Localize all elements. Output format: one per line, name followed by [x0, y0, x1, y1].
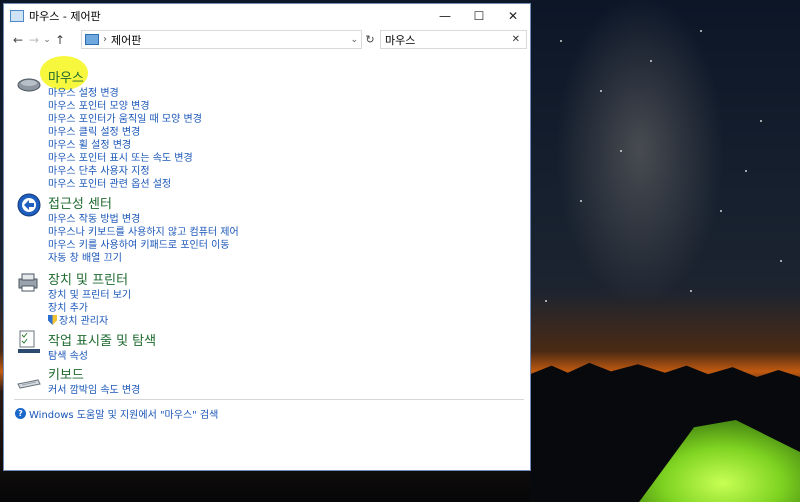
close-button[interactable]: ✕	[496, 4, 530, 28]
forward-arrow-icon[interactable]: →	[26, 33, 42, 47]
minimize-button[interactable]: —	[428, 4, 462, 28]
keyboard-icon	[17, 379, 41, 389]
control-panel-small-icon	[85, 34, 99, 45]
link-cursor-blink-rate[interactable]: 커서 깜박임 속도 변경	[48, 381, 140, 396]
window-title: 마우스 - 제어판	[29, 10, 101, 23]
control-panel-window: 마우스 - 제어판 — ☐ ✕ ← → ⌄ ↑ › 제어판 ⌄ ↻ 마우스 ✕	[3, 3, 531, 471]
search-input[interactable]: 마우스	[385, 32, 415, 48]
up-arrow-icon[interactable]: ↑	[52, 33, 68, 47]
title-bar: 마우스 - 제어판 — ☐ ✕	[4, 4, 530, 28]
refresh-icon[interactable]: ↻	[363, 30, 377, 49]
link-pointer-options[interactable]: 마우스 포인터 관련 옵션 설정	[48, 175, 171, 190]
device-manager-label: 장치 관리자	[59, 316, 109, 327]
help-search-text: Windows 도움말 및 지원에서 "마우스" 검색	[29, 410, 219, 421]
mouse-icon	[17, 78, 41, 92]
recent-locations-icon[interactable]: ⌄	[42, 35, 52, 45]
navigation-bar: ← → ⌄ ↑ › 제어판 ⌄ ↻ 마우스 ✕	[4, 28, 530, 52]
address-dropdown-icon[interactable]: ⌄	[350, 35, 358, 45]
clear-search-icon[interactable]: ✕	[512, 34, 520, 45]
help-icon: ?	[15, 408, 26, 419]
maximize-button[interactable]: ☐	[462, 4, 496, 28]
link-navigation-properties[interactable]: 탐색 속성	[48, 347, 88, 362]
breadcrumb-control-panel[interactable]: 제어판	[111, 32, 141, 48]
search-box[interactable]: 마우스 ✕	[380, 30, 527, 49]
help-search-link[interactable]: ? Windows 도움말 및 지원에서 "마우스" 검색	[15, 406, 218, 421]
address-bar[interactable]: › 제어판 ⌄	[81, 30, 362, 49]
printer-icon	[18, 273, 38, 292]
shield-icon	[48, 315, 57, 325]
back-arrow-icon[interactable]: ←	[10, 33, 26, 47]
ease-of-access-icon	[17, 193, 41, 217]
link-device-manager[interactable]: 장치 관리자	[48, 312, 108, 327]
results-divider	[14, 399, 524, 400]
breadcrumb-separator: ›	[103, 34, 107, 45]
control-panel-icon	[10, 10, 24, 22]
taskbar-icon	[18, 330, 40, 353]
link-auto-arrange-off[interactable]: 자동 창 배열 끄기	[48, 249, 122, 264]
